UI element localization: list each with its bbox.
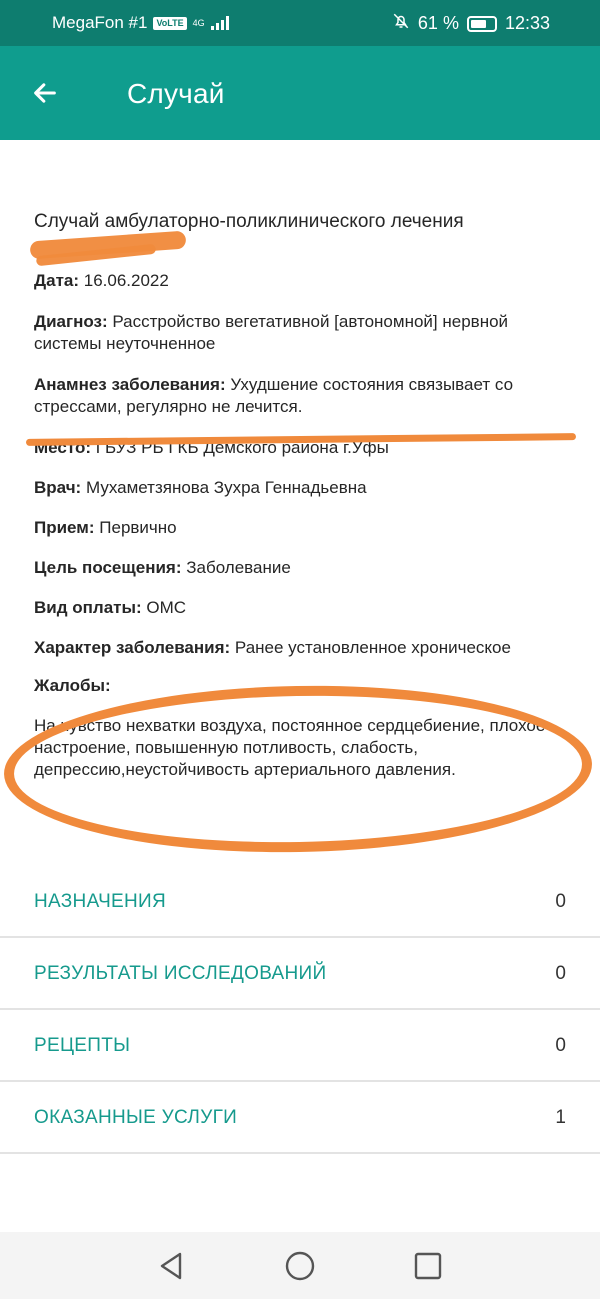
field-value: Ранее установленное хроническое [234,638,511,657]
status-right: 61 % 12:33 [392,12,550,35]
section-research-results[interactable]: РЕЗУЛЬТАТЫ ИССЛЕДОВАНИЙ 0 [0,938,600,1010]
field-disease-character: Характер заболевания: Ранее установленно… [34,637,574,659]
section-count: 0 [555,963,566,984]
page-title: Случай [127,78,225,109]
field-label: Дата: [34,271,80,290]
field-reception: Прием: Первично [34,517,574,539]
field-label: Диагноз: [34,312,108,331]
field-value: 16.06.2022 [83,271,169,290]
field-label: Анамнез заболевания: [34,375,226,394]
section-label: РЕЗУЛЬТАТЫ ИССЛЕДОВАНИЙ [34,963,327,984]
field-doctor: Врач: Мухаметзянова Зухра Геннадьевна [34,477,574,499]
field-label: Жалобы: [34,676,111,695]
field-label: Прием: [34,518,95,537]
back-button[interactable] [22,70,68,116]
section-count: 0 [555,1035,566,1056]
section-label: РЕЦЕПТЫ [34,1035,131,1056]
section-label: ОКАЗАННЫЕ УСЛУГИ [34,1107,238,1128]
section-label: НАЗНАЧЕНИЯ [34,891,167,912]
app-bar: Случай [0,46,600,140]
clock: 12:33 [504,13,550,33]
section-list: НАЗНАЧЕНИЯ 0 РЕЗУЛЬТАТЫ ИССЛЕДОВАНИЙ 0 Р… [0,866,600,1154]
section-services[interactable]: ОКАЗАННЫЕ УСЛУГИ 1 [0,1082,600,1154]
section-prescriptions[interactable]: НАЗНАЧЕНИЯ 0 [0,866,600,938]
system-nav-bar [0,1232,600,1299]
field-label: Врач: [34,478,82,497]
square-recents-icon [414,1252,442,1280]
field-label: Цель посещения: [34,558,182,577]
carrier-name: MegaFon #1 [52,13,148,32]
nav-back-button[interactable] [156,1250,188,1282]
status-bar: MegaFon #1 VoLTE 4G 61 % 12:33 [0,0,600,46]
battery-icon [466,15,497,32]
field-visit-purpose: Цель посещения: Заболевание [34,557,574,579]
field-label: Характер заболевания: [34,638,231,657]
field-date: Дата: 16.06.2022 [34,270,574,292]
field-value: Первично [99,518,177,537]
section-recipes[interactable]: РЕЦЕПТЫ 0 [0,1010,600,1082]
arrow-left-icon [34,83,56,103]
network-type: 4G [192,17,205,28]
section-count: 0 [555,891,566,912]
nav-recents-button[interactable] [412,1250,444,1282]
field-value: ОМС [146,598,187,617]
circle-home-icon [285,1251,315,1281]
nav-home-button[interactable] [284,1250,316,1282]
section-count: 1 [555,1107,566,1128]
field-anamnesis: Анамнез заболевания: Ухудшение состояния… [34,374,574,418]
field-payment-type: Вид оплаты: ОМС [34,597,574,619]
volte-badge: VoLTE [153,16,187,30]
battery-percent: 61 % [417,13,459,33]
status-left: MegaFon #1 VoLTE 4G [52,13,229,33]
mute-bell-icon [392,12,410,35]
triangle-back-icon [160,1252,182,1280]
field-value: Заболевание [186,558,291,577]
field-value: Мухаметзянова Зухра Геннадьевна [85,478,367,497]
field-diagnosis: Диагноз: Расстройство вегетативной [авто… [34,311,574,355]
field-label: Вид оплаты: [34,598,142,617]
case-title: Случай амбулаторно-поликлинического лече… [34,211,464,232]
signal-icon [210,16,229,30]
